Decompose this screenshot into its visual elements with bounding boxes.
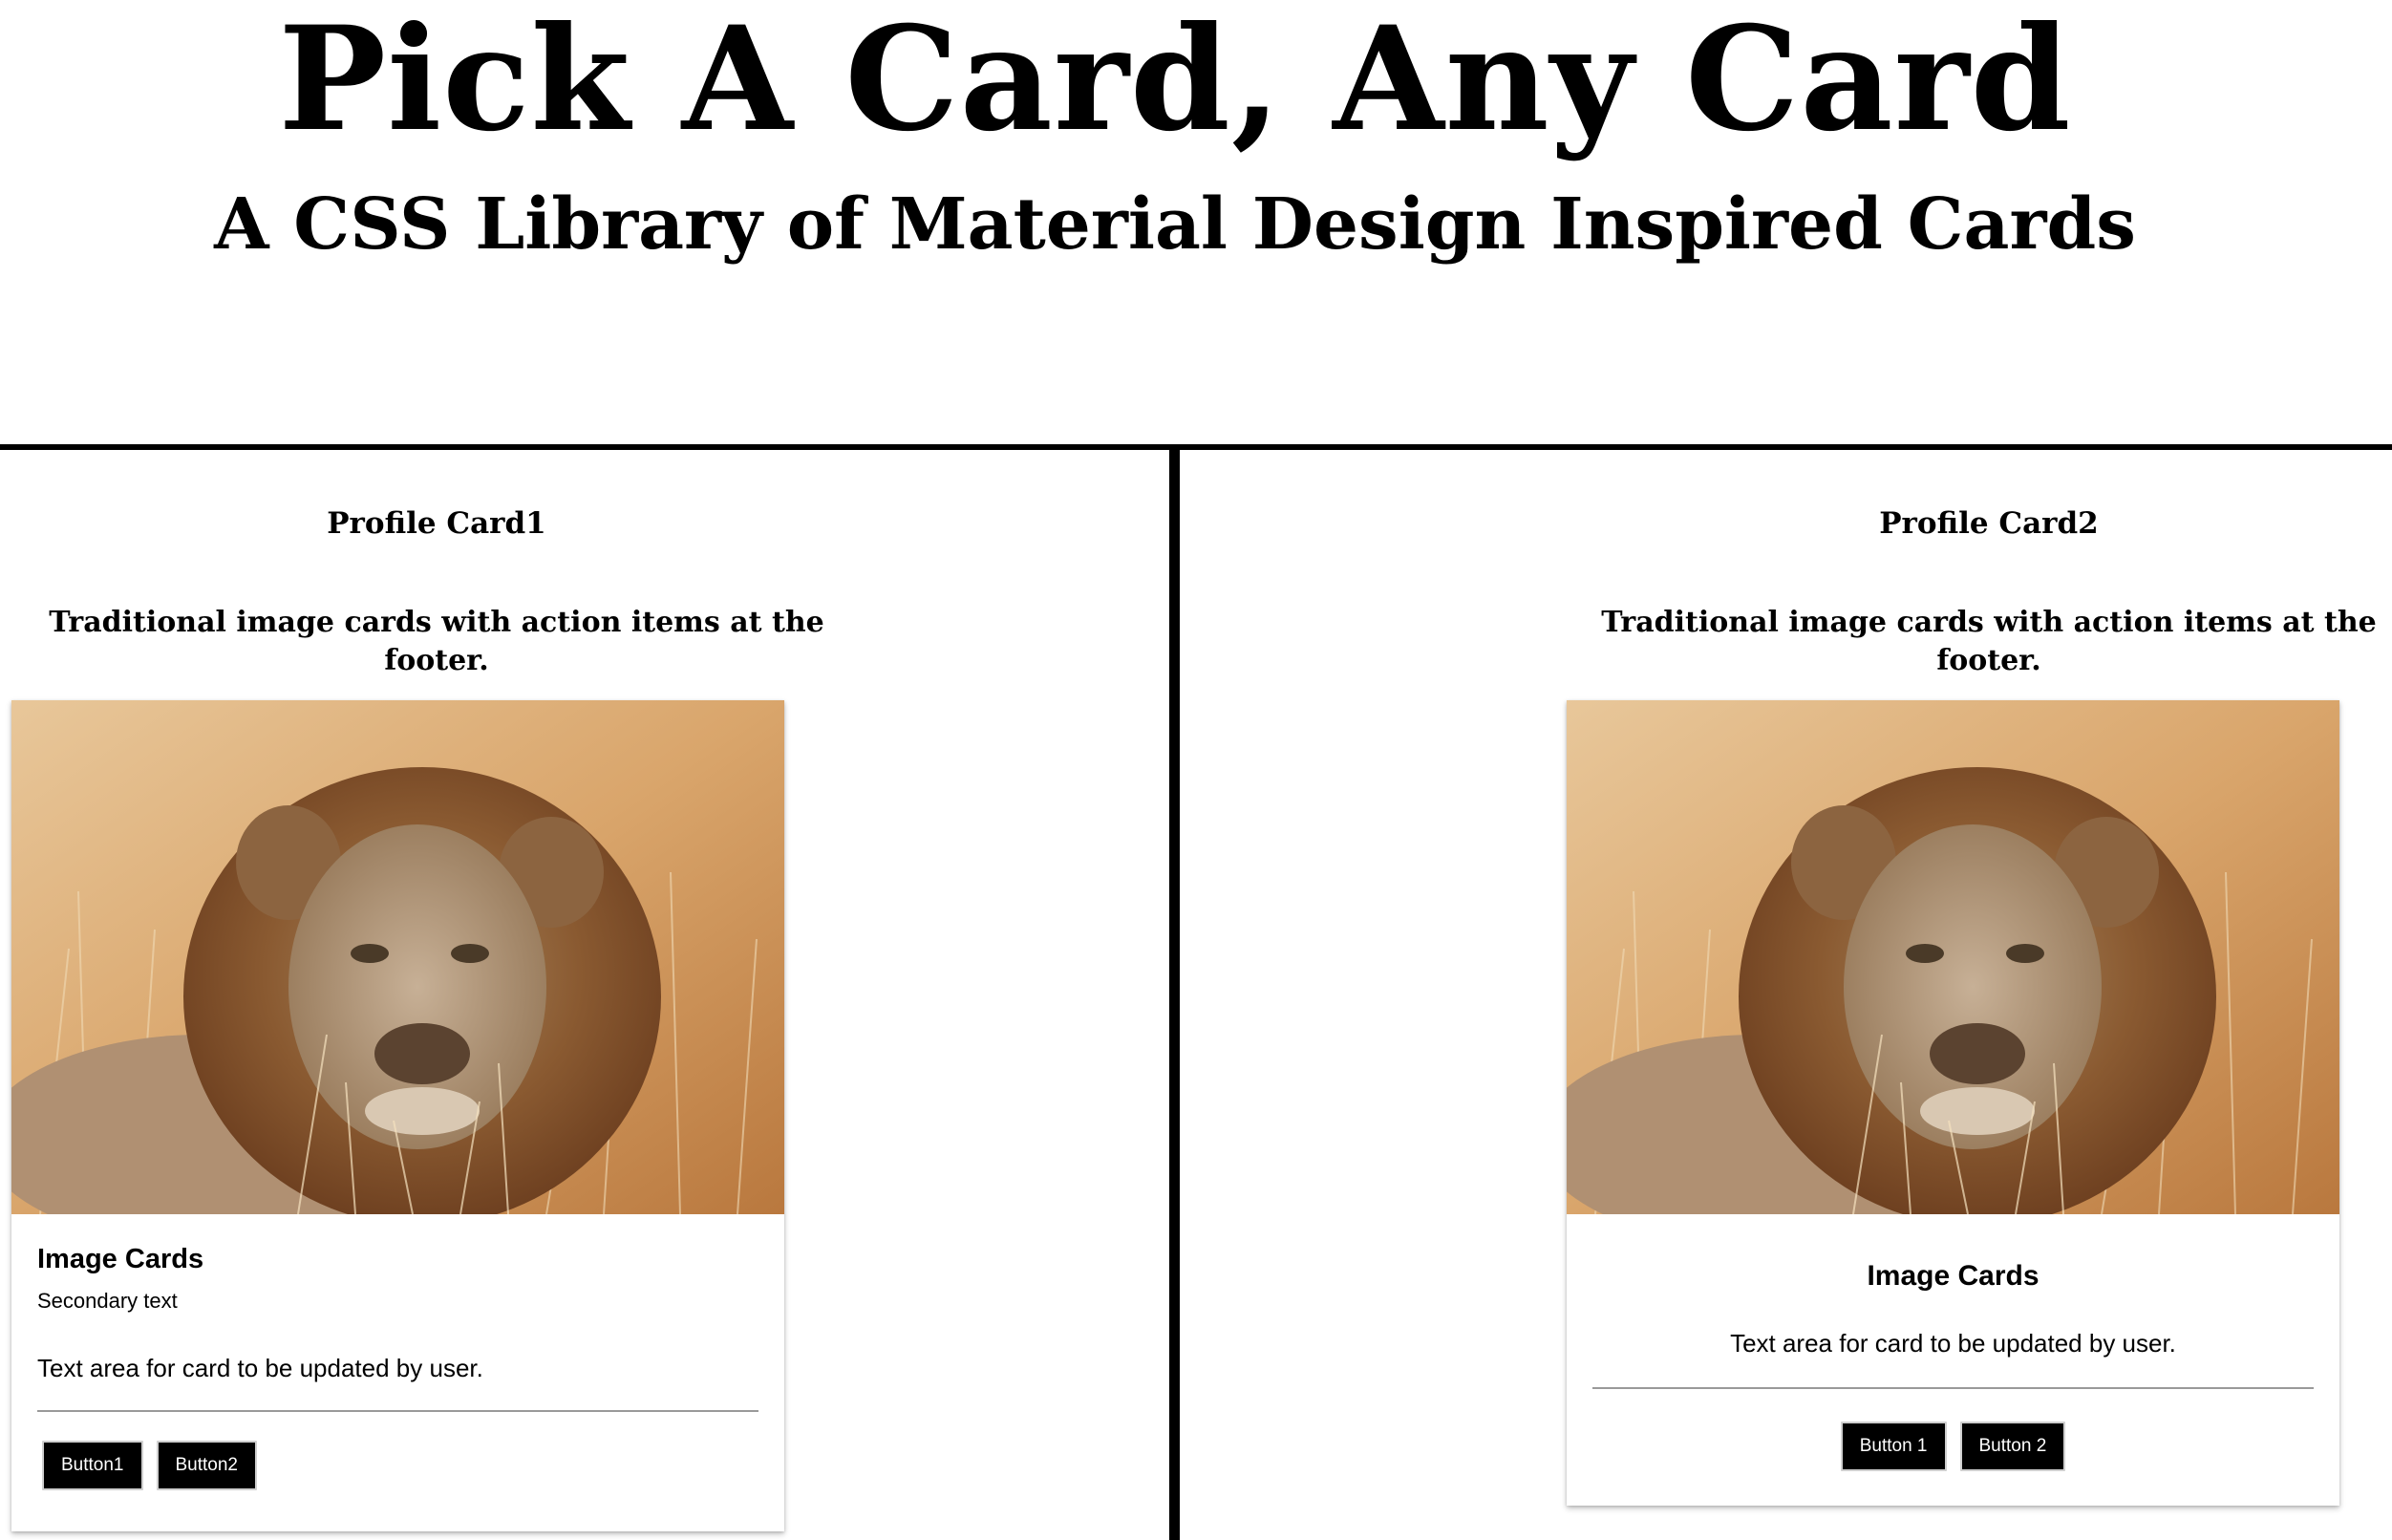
button-1[interactable]: Button 1 <box>1840 1422 1947 1471</box>
section-title-profile-card2: Profile Card2 <box>1879 506 2099 541</box>
card-title: Image Cards <box>37 1244 204 1274</box>
card-image <box>11 700 784 1214</box>
card-secondary-text: Secondary text <box>37 1289 178 1313</box>
card-image <box>1567 700 2339 1214</box>
horizontal-divider <box>0 444 2392 450</box>
card-title: Image Cards <box>1867 1260 2040 1292</box>
button-2[interactable]: Button2 <box>156 1441 257 1490</box>
lion-image-icon <box>1567 700 2339 1214</box>
card-actions: Button1 Button2 <box>37 1412 758 1490</box>
page-subtitle: A CSS Library of Material Design Inspire… <box>214 183 2136 266</box>
button-1[interactable]: Button1 <box>42 1441 143 1490</box>
card-text: Text area for card to be updated by user… <box>1730 1329 2176 1358</box>
section-title-profile-card1: Profile Card1 <box>327 506 546 541</box>
profile-card-2: Image Cards Text area for card to be upd… <box>1567 700 2339 1506</box>
card-actions: Button 1 Button 2 <box>1592 1389 2314 1471</box>
section-description-1: Traditional image cards with action item… <box>49 606 824 677</box>
section-description-2: Traditional image cards with action item… <box>1601 606 2377 677</box>
profile-card-1: Image Cards Secondary text Text area for… <box>11 700 784 1531</box>
vertical-divider <box>1169 444 1180 1540</box>
button-2[interactable]: Button 2 <box>1959 1422 2066 1471</box>
lion-image-icon <box>11 700 784 1214</box>
card-text: Text area for card to be updated by user… <box>37 1354 483 1382</box>
page-title: Pick A Card, Any Card <box>278 0 2072 163</box>
